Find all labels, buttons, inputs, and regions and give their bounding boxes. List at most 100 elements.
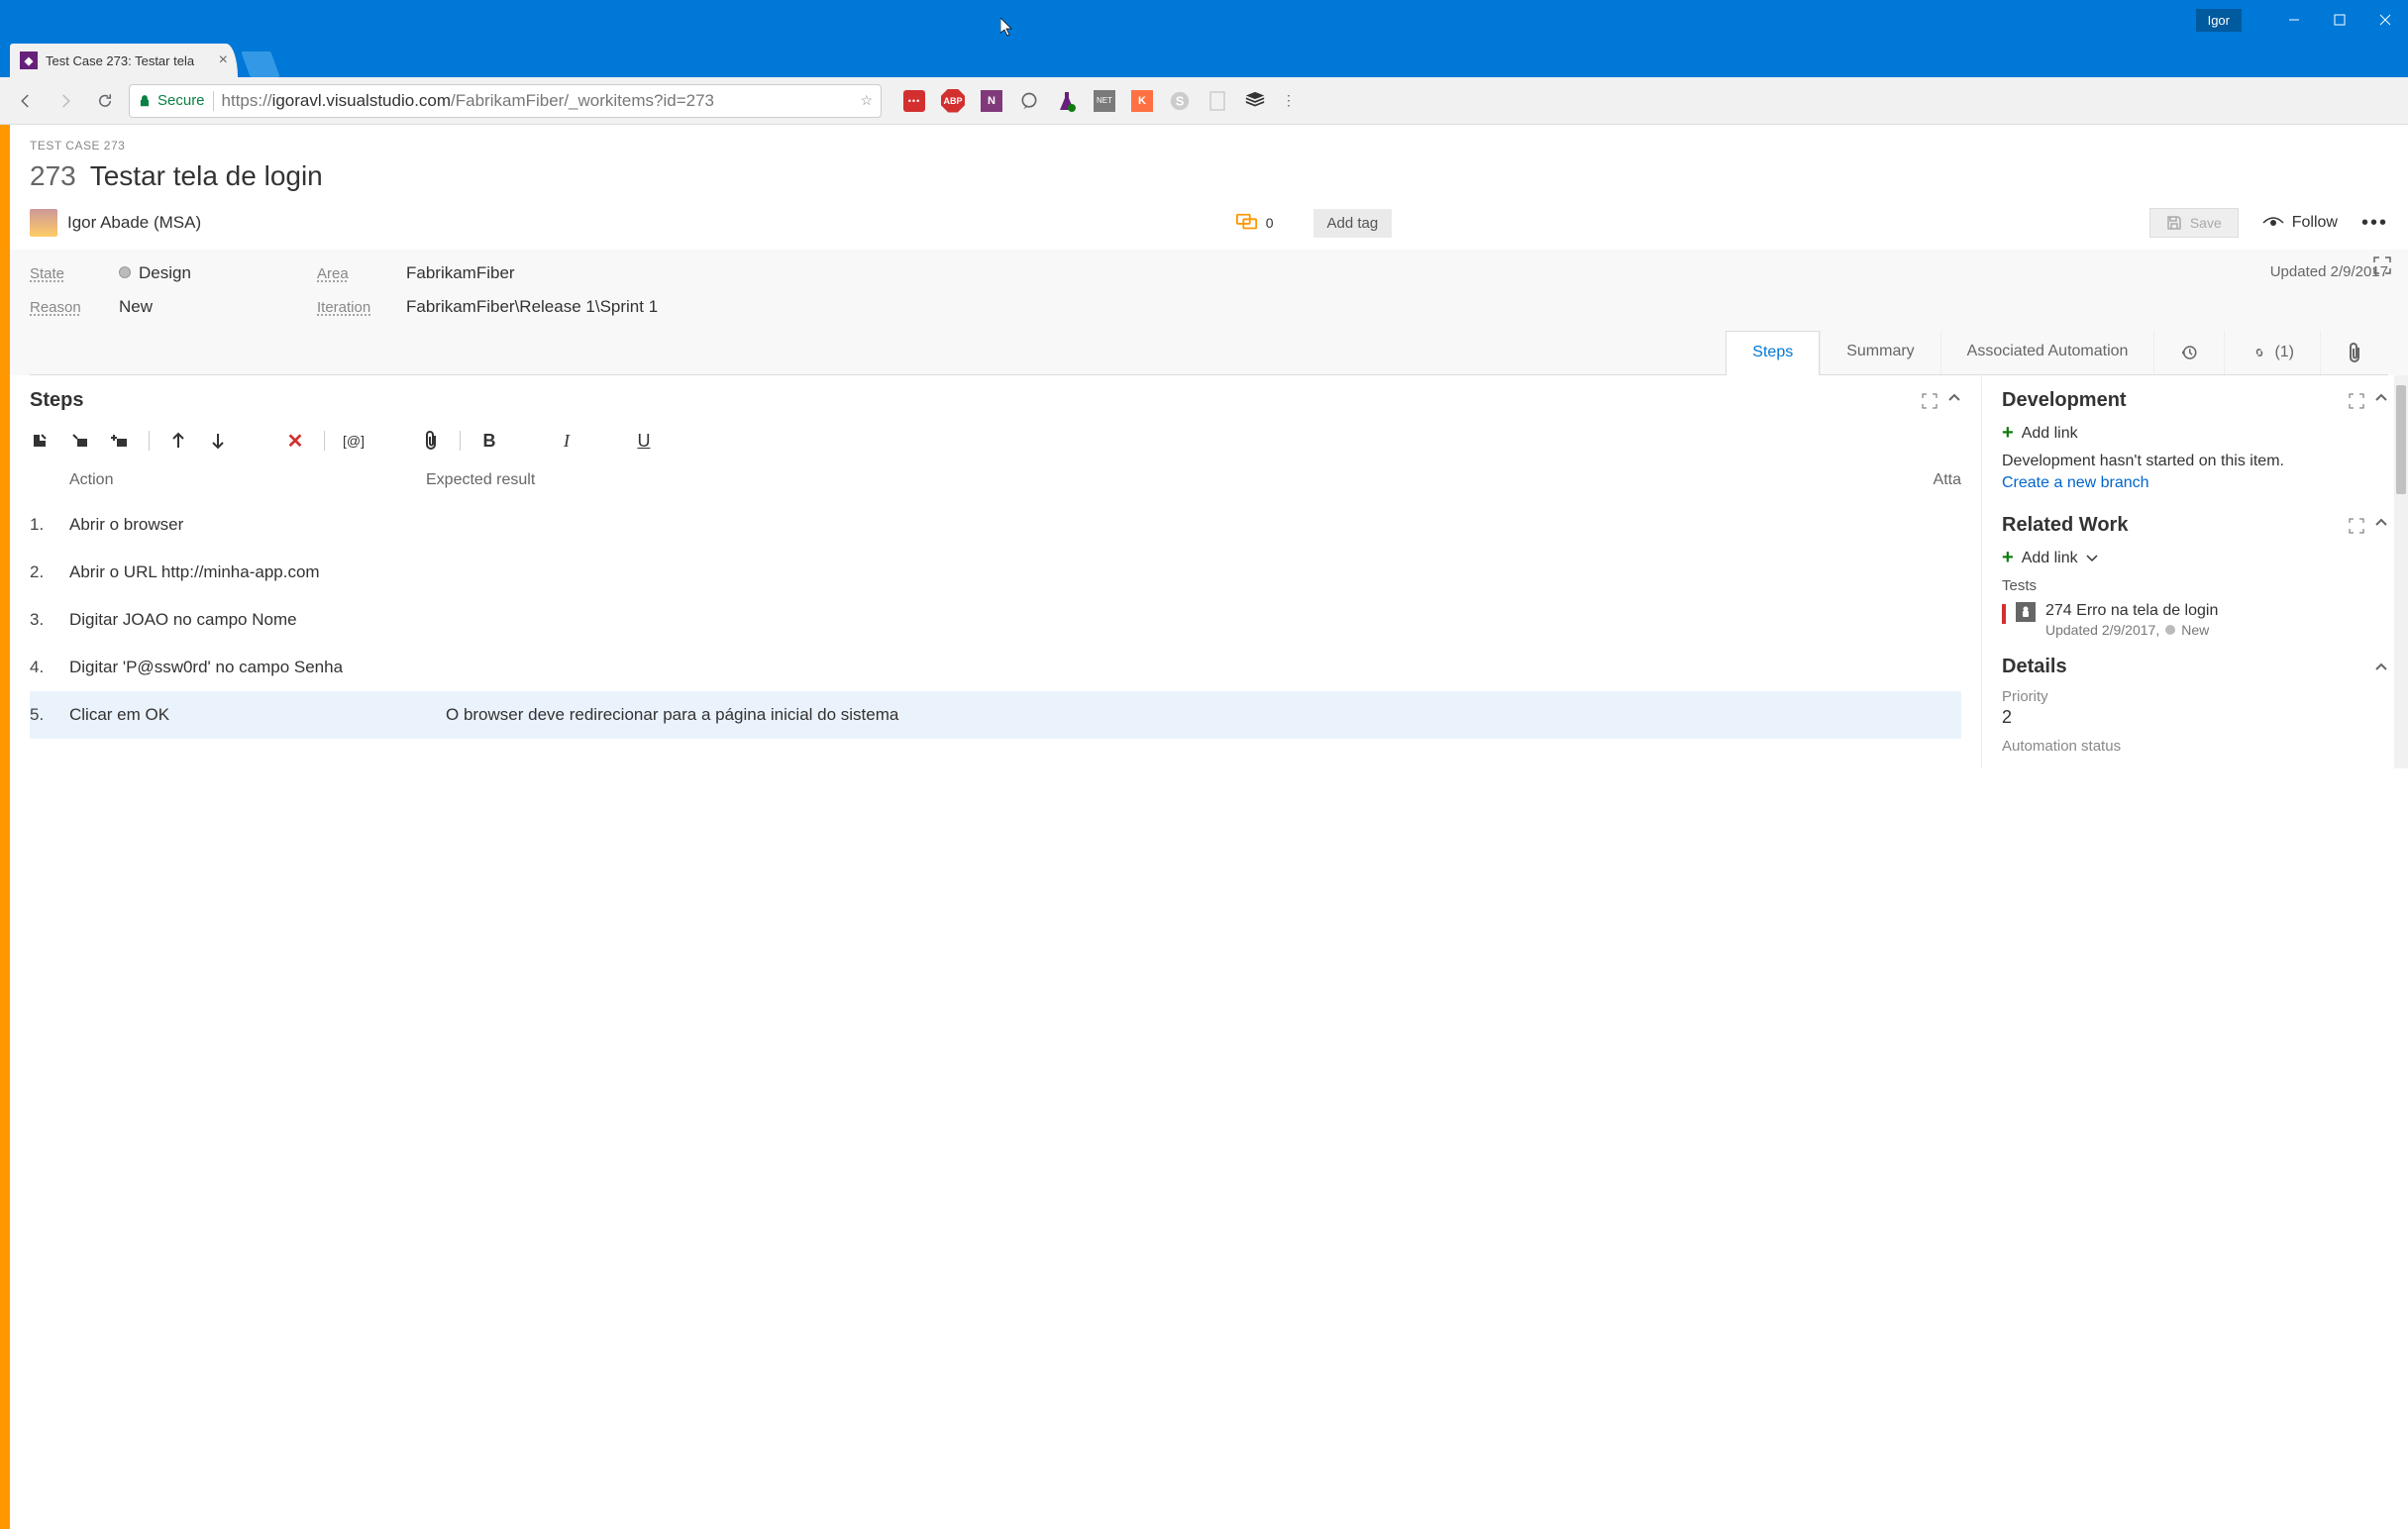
italic-icon[interactable]: I — [556, 430, 577, 452]
col-expected-header: Expected result — [426, 471, 1922, 489]
scrollbar-thumb[interactable] — [2396, 385, 2406, 494]
eye-icon — [2262, 216, 2284, 230]
step-row[interactable]: 3.Digitar JOAO no campo Nome — [30, 596, 1961, 644]
tab-automation[interactable]: Associated Automation — [1940, 331, 2154, 374]
add-tag-button[interactable]: Add tag — [1313, 209, 1393, 238]
nav-reload-button[interactable] — [89, 85, 121, 117]
tab-attachments[interactable] — [2320, 331, 2388, 374]
create-branch-link[interactable]: Create a new branch — [2002, 474, 2388, 492]
delete-step-icon[interactable]: ✕ — [284, 430, 306, 452]
dev-add-link[interactable]: +Add link — [2002, 422, 2388, 445]
related-item[interactable]: 274 Erro na tela de login Updated 2/9/20… — [2002, 602, 2388, 638]
buffer-icon[interactable] — [1244, 90, 1266, 112]
step-expected[interactable] — [446, 515, 1961, 535]
step-row[interactable]: 5.Clicar em OKO browser deve redireciona… — [30, 691, 1961, 739]
nav-forward-button[interactable] — [50, 85, 81, 117]
plus-icon: + — [2002, 422, 2014, 445]
step-expected[interactable] — [446, 658, 1961, 677]
lock-icon — [138, 94, 152, 108]
step-action[interactable]: Abrir o URL http://minha-app.com — [69, 562, 446, 582]
save-icon — [2166, 215, 2182, 231]
tab-close-icon[interactable]: × — [219, 51, 228, 69]
extension-icons: ••• ABP N NET K S — [903, 89, 1266, 113]
state-value[interactable]: Design — [119, 263, 191, 283]
comment-count: 0 — [1266, 215, 1274, 231]
underline-icon[interactable]: U — [633, 430, 655, 452]
page-viewport: TEST CASE 273 273 Testar tela de login I… — [0, 125, 2408, 1529]
collapse-icon[interactable] — [2374, 393, 2388, 409]
dev-status-text: Development hasn't started on this item. — [2002, 453, 2388, 470]
secure-indicator[interactable]: Secure — [138, 92, 205, 109]
assignee-name[interactable]: Igor Abade (MSA) — [67, 213, 201, 233]
step-action[interactable]: Clicar em OK — [69, 705, 446, 725]
collapse-icon[interactable] — [2374, 518, 2388, 534]
skype-icon[interactable]: S — [1169, 90, 1191, 112]
collapse-icon[interactable] — [2374, 663, 2388, 672]
lastpass-icon[interactable]: ••• — [903, 90, 925, 112]
address-bar[interactable]: Secure https://igoravl.visualstudio.com/… — [129, 84, 882, 118]
tab-summary[interactable]: Summary — [1820, 331, 1939, 374]
onenote-icon[interactable]: N — [981, 90, 1002, 112]
add-step-icon[interactable] — [109, 430, 131, 452]
iteration-value[interactable]: FabrikamFiber\Release 1\Sprint 1 — [406, 297, 658, 317]
workitem-title[interactable]: Testar tela de login — [90, 160, 323, 192]
chrome-menu-icon[interactable]: ⋮ — [1274, 92, 1304, 109]
browser-tab[interactable]: ◆ Test Case 273: Testar tela × — [10, 44, 238, 77]
adblock-icon[interactable]: ABP — [941, 89, 965, 113]
tab-links[interactable]: (1) — [2224, 331, 2320, 374]
step-action[interactable]: Digitar JOAO no campo Nome — [69, 610, 446, 630]
chat-icon[interactable] — [1018, 90, 1040, 112]
step-expected[interactable] — [446, 562, 1961, 582]
bookmark-star-icon[interactable]: ☆ — [860, 92, 873, 109]
window-maximize-button[interactable] — [2317, 0, 2362, 40]
move-up-icon[interactable] — [167, 430, 189, 452]
step-number: 3. — [30, 610, 69, 630]
window-minimize-button[interactable] — [2271, 0, 2317, 40]
note-icon[interactable] — [1206, 90, 1228, 112]
reason-label: Reason — [30, 299, 89, 316]
priority-value[interactable]: 2 — [2002, 707, 2388, 728]
expand-icon[interactable] — [2349, 518, 2364, 534]
scrollbar[interactable] — [2394, 375, 2408, 768]
new-tab-button[interactable] — [241, 51, 279, 77]
tab-steps[interactable]: Steps — [1726, 331, 1820, 375]
col-attach-header: Atta — [1922, 471, 1961, 489]
collapse-icon[interactable] — [1947, 393, 1961, 409]
step-row[interactable]: 2.Abrir o URL http://minha-app.com — [30, 549, 1961, 596]
related-add-link[interactable]: +Add link — [2002, 547, 2388, 569]
tab-history[interactable] — [2153, 331, 2224, 374]
insert-shared-step-icon[interactable] — [69, 430, 91, 452]
separator — [324, 431, 325, 451]
step-action[interactable]: Abrir o browser — [69, 515, 446, 535]
steps-list: 1.Abrir o browser2.Abrir o URL http://mi… — [30, 501, 1961, 739]
bold-icon[interactable]: B — [478, 430, 500, 452]
priority-label: Priority — [2002, 688, 2388, 705]
attach-icon[interactable] — [420, 430, 442, 452]
assignee-avatar[interactable] — [30, 209, 57, 237]
profile-badge[interactable]: Igor — [2196, 9, 2242, 32]
net-new-icon[interactable]: NET — [1094, 90, 1115, 112]
window-close-button[interactable] — [2362, 0, 2408, 40]
expand-icon[interactable] — [2349, 393, 2364, 409]
step-expected[interactable]: O browser deve redirecionar para a págin… — [446, 705, 1961, 725]
step-action[interactable]: Digitar 'P@ssw0rd' no campo Senha — [69, 658, 446, 677]
details-heading: Details — [2002, 656, 2067, 678]
area-value[interactable]: FabrikamFiber — [406, 263, 515, 283]
more-actions-icon[interactable]: ••• — [2361, 212, 2388, 235]
mention-icon[interactable]: [@] — [343, 430, 365, 452]
nav-back-button[interactable] — [10, 85, 42, 117]
move-down-icon[interactable] — [207, 430, 229, 452]
step-expected[interactable] — [446, 610, 1961, 630]
step-row[interactable]: 1.Abrir o browser — [30, 501, 1961, 549]
fullscreen-toggle-icon[interactable] — [2372, 255, 2392, 275]
klout-icon[interactable]: K — [1131, 90, 1153, 112]
step-row[interactable]: 4.Digitar 'P@ssw0rd' no campo Senha — [30, 644, 1961, 691]
flask-icon[interactable] — [1056, 90, 1078, 112]
expand-icon[interactable] — [1922, 393, 1937, 409]
comments-indicator[interactable]: 0 — [1236, 213, 1274, 233]
side-pane: Development +Add link Development hasn't… — [1982, 375, 2408, 768]
reason-value[interactable]: New — [119, 297, 153, 317]
related-item-state: New — [2181, 622, 2209, 638]
insert-step-icon[interactable] — [30, 430, 52, 452]
follow-button[interactable]: Follow — [2262, 214, 2338, 232]
